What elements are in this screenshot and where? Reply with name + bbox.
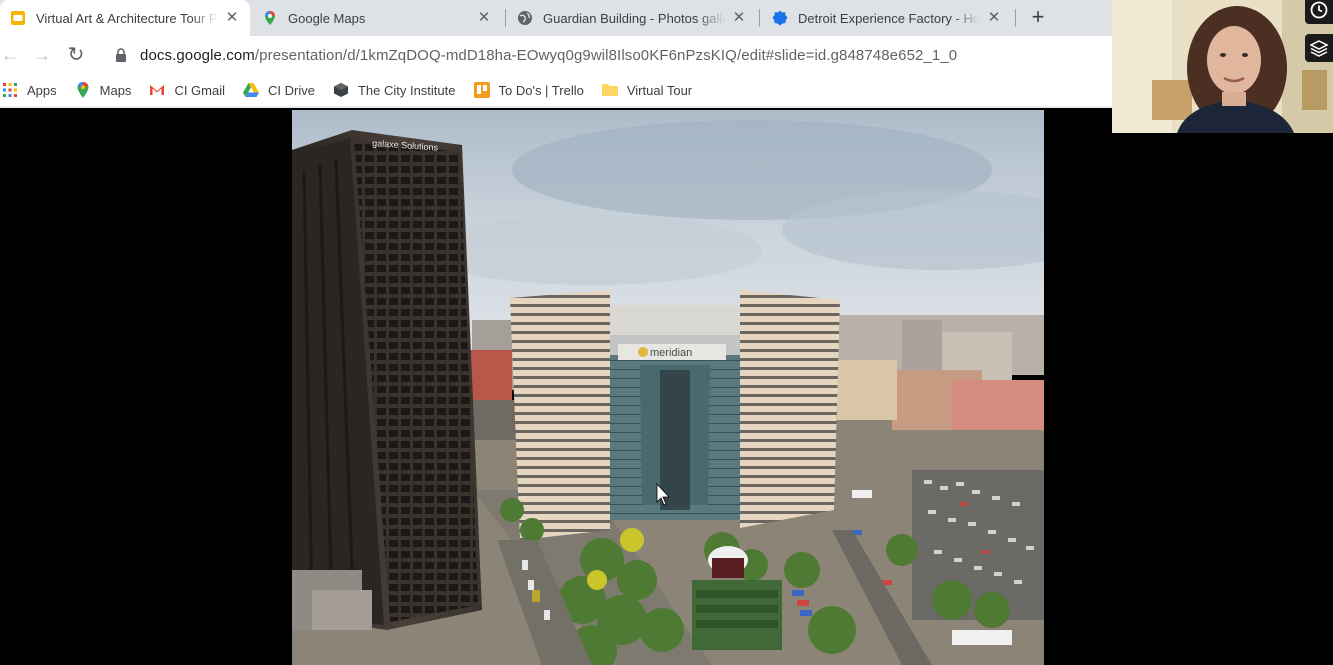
url-text: docs.google.com/presentation/d/1kmZqDOQ-…: [140, 47, 957, 64]
new-tab-button[interactable]: +: [1026, 6, 1050, 30]
building-sign-center: meridian: [650, 347, 692, 359]
bookmark-label: CI Gmail: [174, 82, 225, 98]
apps-grid-icon: [2, 82, 18, 98]
bookmark-label: Maps: [99, 82, 132, 98]
bookmark-ci-drive[interactable]: CI Drive: [243, 82, 315, 98]
tab-separator: [505, 9, 506, 27]
bookmark-the-city-institute[interactable]: The City Institute: [333, 82, 456, 98]
city-aerial-photo: meridian galaxe Solutions: [292, 110, 1044, 665]
close-icon[interactable]: ✕: [731, 10, 747, 26]
tab-detroit-experience-factory[interactable]: Detroit Experience Factory - How ✕: [762, 0, 1012, 36]
bookmark-apps[interactable]: Apps: [2, 82, 57, 98]
tab-separator: [1015, 9, 1016, 27]
close-icon[interactable]: ✕: [224, 10, 240, 26]
layers-icon[interactable]: [1305, 34, 1333, 62]
lock-icon: [114, 48, 128, 62]
bookmark-label: To Do's | Trello: [498, 82, 584, 98]
browser-chrome: Virtual Art & Architecture Tour P ✕ Goog…: [0, 0, 1112, 108]
tab-google-maps[interactable]: Google Maps ✕: [252, 0, 502, 36]
tab-title: Guardian Building - Photos galle: [543, 10, 725, 26]
bookmark-trello[interactable]: To Do's | Trello: [473, 82, 584, 98]
clock-icon[interactable]: [1305, 0, 1333, 24]
tab-title: Google Maps: [288, 10, 366, 26]
tab-separator: [759, 9, 760, 27]
trello-icon: [473, 82, 490, 98]
google-slides-icon: [10, 10, 26, 26]
folder-icon: [601, 82, 618, 98]
bookmark-label: Virtual Tour: [626, 82, 693, 98]
bookmark-label: CI Drive: [268, 82, 315, 98]
bookmark-ci-gmail[interactable]: CI Gmail: [149, 82, 225, 98]
bookmark-virtual-tour[interactable]: Virtual Tour: [601, 82, 693, 98]
close-icon[interactable]: ✕: [476, 10, 492, 26]
bookmarks-bar: Apps Maps CI Gmail CI Drive The City Ins…: [0, 74, 1112, 106]
tab-slides[interactable]: Virtual Art & Architecture Tour P ✕: [0, 0, 250, 36]
gmail-icon: [149, 82, 165, 98]
tab-title: Virtual Art & Architecture Tour P: [36, 10, 218, 26]
tab-strip: Virtual Art & Architecture Tour P ✕ Goog…: [0, 0, 1112, 36]
bookmark-maps[interactable]: Maps: [75, 82, 132, 98]
presenter-video-frame: [1112, 0, 1333, 133]
back-button[interactable]: ←: [0, 43, 22, 67]
url-path: /presentation/d/1kmZqDOQ-mdD18ha-EOwyq0g…: [254, 46, 958, 64]
toolbar-divider: [0, 106, 1112, 108]
toolbar: ← → ↻ docs.google.com/presentation/d/1km…: [0, 36, 1112, 74]
google-maps-icon: [262, 10, 278, 26]
tab-guardian-building[interactable]: Guardian Building - Photos galle ✕: [507, 0, 757, 36]
maps-pin-icon: [75, 82, 91, 98]
url-domain: docs.google.com: [140, 46, 255, 64]
forward-button[interactable]: →: [30, 43, 54, 67]
globe-icon: [517, 10, 533, 26]
cube-icon: [333, 82, 349, 98]
bookmark-label: The City Institute: [357, 82, 456, 98]
webcam-video: [1112, 0, 1333, 133]
tab-title: Detroit Experience Factory - How: [798, 10, 980, 26]
slide-photo[interactable]: meridian galaxe Solutions: [292, 110, 1044, 665]
address-bar[interactable]: docs.google.com/presentation/d/1kmZqDOQ-…: [104, 40, 1112, 70]
reload-button[interactable]: ↻: [64, 43, 88, 67]
bookmark-label: Apps: [27, 82, 57, 98]
puzzle-badge-icon: [772, 10, 788, 26]
screen: Virtual Art & Architecture Tour P ✕ Goog…: [0, 0, 1333, 665]
drive-icon: [243, 82, 259, 98]
close-icon[interactable]: ✕: [986, 10, 1002, 26]
